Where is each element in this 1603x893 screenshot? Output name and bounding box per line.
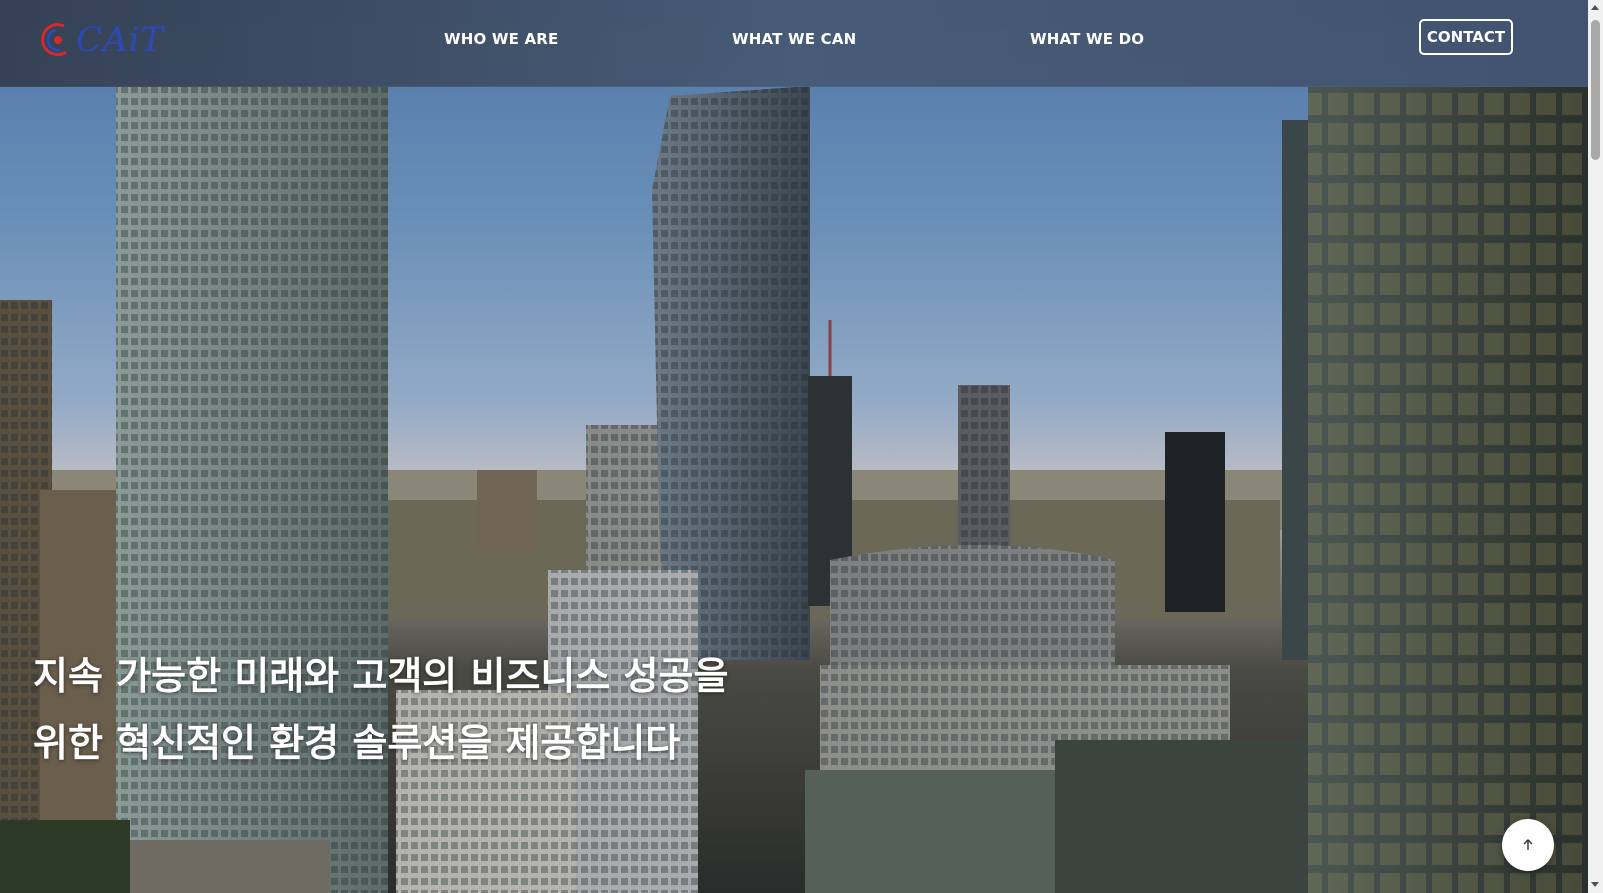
page-viewport: CAiT WHO WE ARE WHAT WE CAN WHAT WE DO C…: [0, 0, 1588, 893]
site-logo[interactable]: CAiT: [36, 14, 163, 66]
hero-headline: 지속 가능한 미래와 고객의 비즈니스 성공을 위한 혁신적인 환경 솔루션을 …: [33, 643, 833, 777]
hero-headline-line-2: 위한 혁신적인 환경 솔루션을 제공합니다: [33, 721, 681, 765]
scrollbar-up-arrow-icon[interactable]: [1591, 5, 1599, 10]
nav-who-we-are[interactable]: WHO WE ARE: [444, 30, 559, 48]
nav-what-we-do[interactable]: WHAT WE DO: [1030, 30, 1144, 48]
scrollbar-down-arrow-icon[interactable]: [1591, 882, 1599, 887]
scrollbar-thumb[interactable]: [1591, 20, 1600, 160]
contact-button[interactable]: CONTACT: [1419, 19, 1513, 55]
logo-text: CAiT: [76, 20, 165, 60]
arrow-up-icon: [1523, 839, 1533, 850]
logo-swoosh-icon: [41, 23, 67, 57]
scroll-to-top-button[interactable]: [1502, 819, 1554, 871]
page-scrollbar[interactable]: [1588, 0, 1603, 893]
hero-headline-line-1: 지속 가능한 미래와 고객의 비즈니스 성공을: [33, 654, 729, 698]
nav-what-we-can[interactable]: WHAT WE CAN: [732, 30, 856, 48]
site-header: CAiT WHO WE ARE WHAT WE CAN WHAT WE DO C…: [0, 0, 1588, 87]
